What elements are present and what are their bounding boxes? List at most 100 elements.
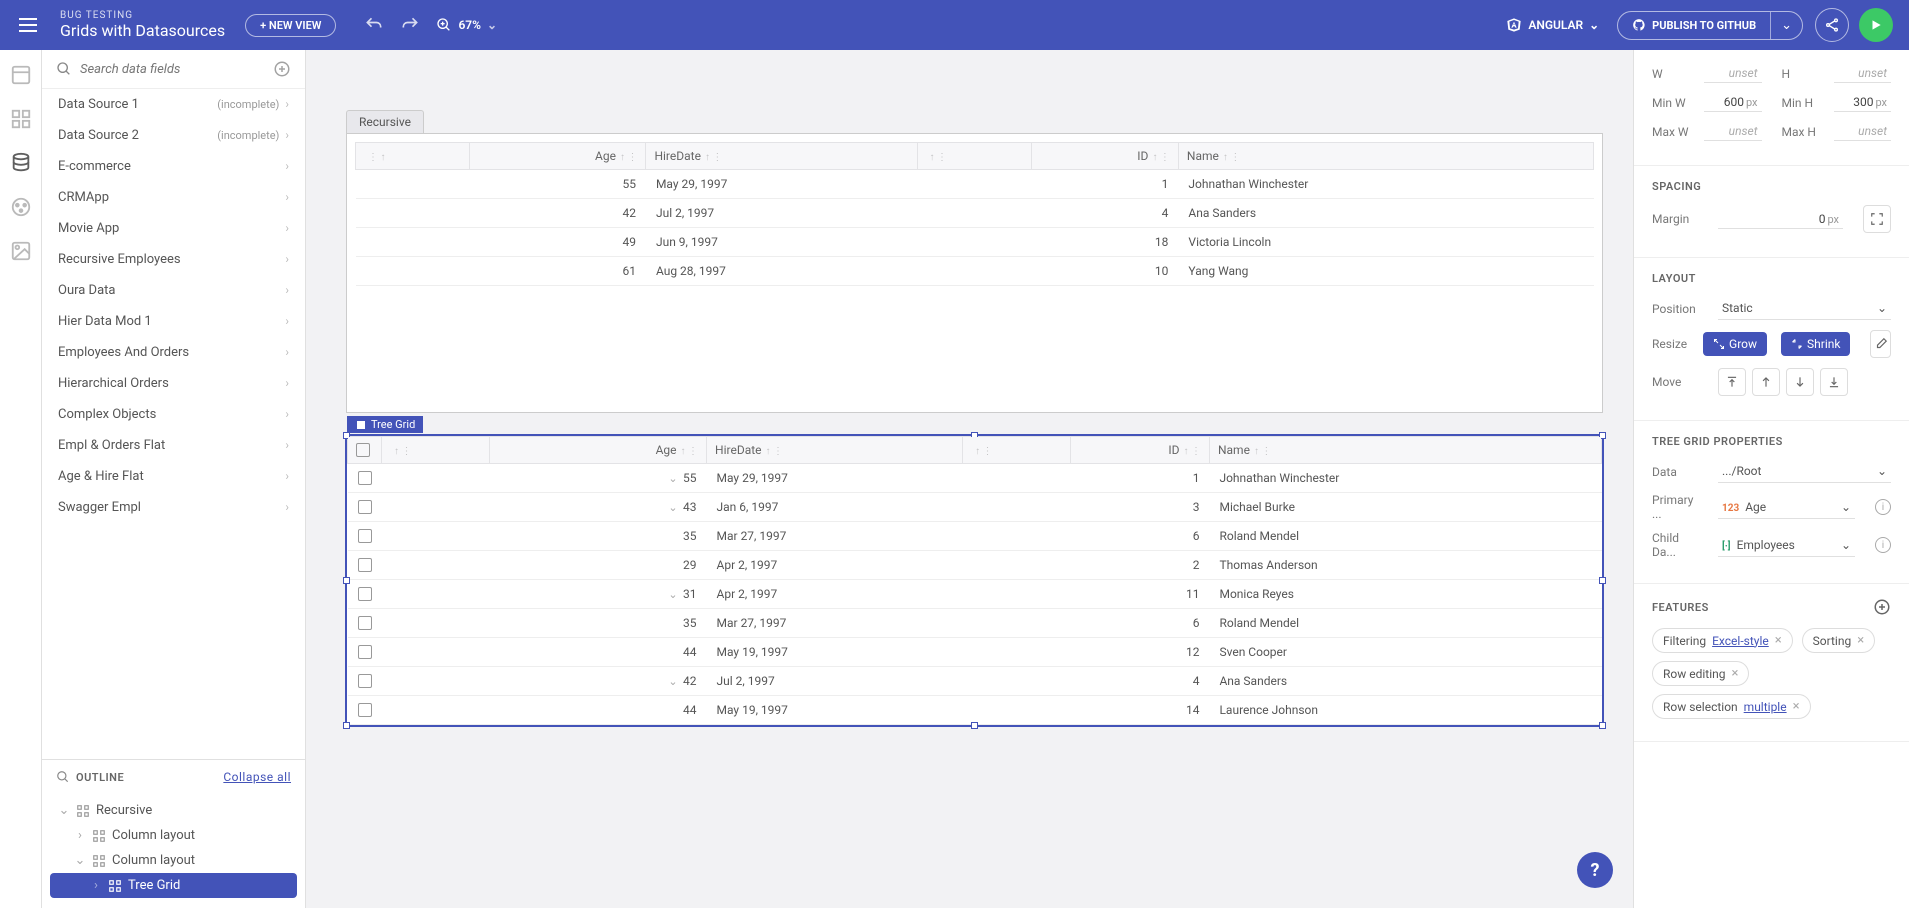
row-checkbox[interactable] xyxy=(358,471,372,485)
move-down-button[interactable] xyxy=(1786,368,1814,396)
data-icon[interactable] xyxy=(10,152,32,174)
publish-button[interactable]: PUBLISH TO GITHUB xyxy=(1618,12,1770,38)
tree-grid-row[interactable]: 44May 19, 199712Sven Cooper xyxy=(348,638,1602,667)
publish-dropdown[interactable]: ⌄ xyxy=(1770,12,1802,39)
position-select[interactable]: Static⌄ xyxy=(1718,297,1891,320)
expand-margin-button[interactable] xyxy=(1863,205,1891,233)
outline-item[interactable]: ›Tree Grid xyxy=(50,873,297,898)
components-icon[interactable] xyxy=(10,108,32,130)
min-width-field[interactable]: 600px xyxy=(1704,93,1762,112)
tree-grid-component[interactable]: Tree Grid ↑ ⋮Age↑ ⋮HireDate↑ ⋮↑ ⋮ID↑ ⋮Na… xyxy=(346,435,1603,726)
zoom-control[interactable]: 67% ⌄ xyxy=(436,17,497,33)
datasource-item[interactable]: Recursive Employees› xyxy=(42,244,305,275)
data-select[interactable]: .../Root⌄ xyxy=(1718,460,1891,483)
outline-item[interactable]: ⌄Recursive xyxy=(50,798,297,823)
child-data-select[interactable]: [·]Employees⌄ xyxy=(1718,534,1855,557)
side-rail xyxy=(0,50,42,908)
remove-icon[interactable]: × xyxy=(1793,699,1800,714)
remove-icon[interactable]: × xyxy=(1775,633,1782,648)
datasource-item[interactable]: Complex Objects› xyxy=(42,399,305,430)
row-checkbox[interactable] xyxy=(358,674,372,688)
feature-filtering[interactable]: Filtering Excel-style× xyxy=(1652,628,1793,653)
row-checkbox[interactable] xyxy=(358,616,372,630)
max-height-field[interactable]: unset xyxy=(1834,122,1892,141)
preview-button[interactable] xyxy=(1859,8,1893,42)
move-top-button[interactable] xyxy=(1718,368,1746,396)
collapse-all-link[interactable]: Collapse all xyxy=(223,770,291,784)
margin-field[interactable]: 0px xyxy=(1718,210,1843,229)
redo-icon[interactable] xyxy=(400,15,420,35)
datasource-item[interactable]: Employees And Orders› xyxy=(42,337,305,368)
tree-grid-row[interactable]: ⌄31Apr 2, 199711Monica Reyes xyxy=(348,580,1602,609)
assets-icon[interactable] xyxy=(10,240,32,262)
feature-row-selection[interactable]: Row selection multiple× xyxy=(1652,694,1811,719)
datasource-item[interactable]: CRMApp› xyxy=(42,182,305,213)
add-datasource-icon[interactable] xyxy=(273,60,291,78)
tree-grid-row[interactable]: 35Mar 27, 19976Roland Mendel xyxy=(348,609,1602,638)
info-icon[interactable]: i xyxy=(1875,499,1891,515)
move-up-button[interactable] xyxy=(1752,368,1780,396)
tree-grid-row[interactable]: ⌄55May 29, 19971Johnathan Winchester xyxy=(348,464,1602,493)
datasource-item[interactable]: Empl & Orders Flat› xyxy=(42,430,305,461)
datasource-item[interactable]: Hier Data Mod 1› xyxy=(42,306,305,337)
primary-key-select[interactable]: 123Age⌄ xyxy=(1718,496,1855,519)
height-field[interactable]: unset xyxy=(1834,64,1892,83)
tree-grid-row[interactable]: 44May 19, 199714Laurence Johnson xyxy=(348,696,1602,725)
remove-icon[interactable]: × xyxy=(1857,633,1864,648)
tree-grid-row[interactable]: ⌄42Jul 2, 19974Ana Sanders xyxy=(348,667,1602,696)
row-checkbox[interactable] xyxy=(358,587,372,601)
design-canvas[interactable]: Recursive ⋮ ↑Age↑ ⋮HireDate↑ ⋮↑ ⋮ID↑ ⋮Na… xyxy=(306,50,1633,908)
new-view-button[interactable]: + NEW VIEW xyxy=(245,14,336,37)
view-tab[interactable]: Recursive xyxy=(346,110,424,133)
outline-title: OUTLINE xyxy=(76,771,124,784)
table-row[interactable]: 42Jul 2, 19974Ana Sanders xyxy=(356,199,1594,228)
move-bottom-button[interactable] xyxy=(1820,368,1848,396)
feature-sorting[interactable]: Sorting× xyxy=(1802,628,1876,653)
datasource-item[interactable]: Age & Hire Flat› xyxy=(42,461,305,492)
edit-resize-button[interactable] xyxy=(1870,330,1891,358)
width-field[interactable]: unset xyxy=(1704,64,1762,83)
remove-icon[interactable]: × xyxy=(1732,666,1739,681)
row-checkbox[interactable] xyxy=(358,645,372,659)
tree-grid-row[interactable]: 29Apr 2, 19972Thomas Anderson xyxy=(348,551,1602,580)
datasource-item[interactable]: Movie App› xyxy=(42,213,305,244)
views-icon[interactable] xyxy=(10,64,32,86)
datasource-item[interactable]: E-commerce› xyxy=(42,151,305,182)
table-row[interactable]: 55May 29, 19971Johnathan Winchester xyxy=(356,170,1594,199)
framework-selector[interactable]: ANGULAR ⌄ xyxy=(1506,17,1599,33)
grid-component[interactable]: ⋮ ↑Age↑ ⋮HireDate↑ ⋮↑ ⋮ID↑ ⋮Name↑ ⋮ 55Ma… xyxy=(346,133,1603,413)
table-row[interactable]: 49Jun 9, 199718Victoria Lincoln xyxy=(356,228,1594,257)
datasource-item[interactable]: Oura Data› xyxy=(42,275,305,306)
chevron-down-icon: ⌄ xyxy=(1781,18,1792,33)
row-checkbox[interactable] xyxy=(358,529,372,543)
max-width-field[interactable]: unset xyxy=(1704,122,1762,141)
datasource-item[interactable]: Hierarchical Orders› xyxy=(42,368,305,399)
arrow-top-icon xyxy=(1725,375,1739,389)
shrink-icon xyxy=(1791,338,1803,350)
tree-grid-row[interactable]: 35Mar 27, 19976Roland Mendel xyxy=(348,522,1602,551)
row-checkbox[interactable] xyxy=(358,703,372,717)
shrink-button[interactable]: Shrink xyxy=(1781,332,1850,356)
row-checkbox[interactable] xyxy=(358,558,372,572)
left-panel: Data Source 1(incomplete)›Data Source 2(… xyxy=(42,50,306,908)
datasource-search-input[interactable] xyxy=(80,62,265,77)
add-feature-icon[interactable] xyxy=(1873,598,1891,616)
info-icon[interactable]: i xyxy=(1875,537,1891,553)
min-height-field[interactable]: 300px xyxy=(1834,93,1892,112)
outline-item[interactable]: ›Column layout xyxy=(50,823,297,848)
theme-icon[interactable] xyxy=(10,196,32,218)
outline-item[interactable]: ⌄Column layout xyxy=(50,848,297,873)
tree-grid-row[interactable]: ⌄43Jan 6, 19973Michael Burke xyxy=(348,493,1602,522)
table-row[interactable]: 61Aug 28, 199710Yang Wang xyxy=(356,257,1594,286)
feature-row-editing[interactable]: Row editing× xyxy=(1652,661,1749,686)
chevron-down-icon: ⌄ xyxy=(1589,18,1599,32)
datasource-item[interactable]: Data Source 2(incomplete)› xyxy=(42,120,305,151)
share-button[interactable] xyxy=(1815,8,1849,42)
undo-icon[interactable] xyxy=(364,15,384,35)
datasource-item[interactable]: Swagger Empl› xyxy=(42,492,305,523)
menu-icon[interactable] xyxy=(16,13,40,37)
grow-button[interactable]: Grow xyxy=(1703,332,1767,356)
datasource-item[interactable]: Data Source 1(incomplete)› xyxy=(42,89,305,120)
row-checkbox[interactable] xyxy=(358,500,372,514)
help-button[interactable]: ? xyxy=(1577,852,1613,888)
